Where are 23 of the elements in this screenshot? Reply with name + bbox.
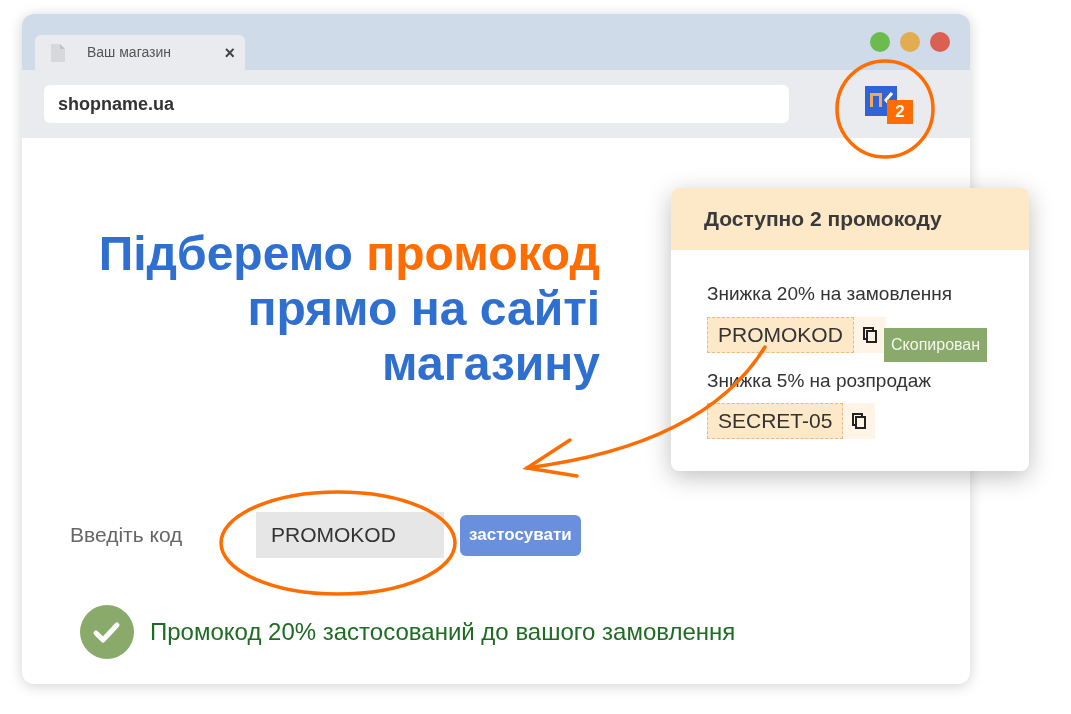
discount-description: Знижка 20% на замовлення bbox=[707, 282, 953, 306]
close-tab-button[interactable]: × bbox=[224, 43, 235, 62]
copy-icon bbox=[862, 326, 877, 343]
copied-tooltip: Скопирован bbox=[884, 327, 988, 362]
headline: Підберемо промокод прямо на сайті магазину bbox=[97, 226, 600, 391]
copy-button[interactable] bbox=[843, 403, 876, 439]
address-field[interactable]: shopname.ua bbox=[44, 85, 789, 123]
success-message: Промокод 20% застосований до вашого замовлення bbox=[150, 617, 736, 647]
maximize-button[interactable] bbox=[870, 32, 890, 52]
promo-code: PROMOKOD bbox=[707, 316, 854, 353]
popup-title: Доступно 2 промокоду bbox=[671, 188, 1029, 250]
code-label: Введіть код bbox=[70, 522, 184, 549]
copy-button[interactable] bbox=[853, 316, 886, 353]
code-input[interactable]: PROMOKOD bbox=[256, 512, 444, 558]
file-icon bbox=[51, 43, 65, 62]
check-icon bbox=[80, 605, 134, 659]
copy-icon bbox=[852, 413, 867, 429]
minimize-button[interactable] bbox=[900, 32, 920, 52]
count-badge: 2 bbox=[887, 100, 913, 124]
close-button[interactable] bbox=[930, 32, 950, 52]
browser-tab[interactable]: Ваш магазин × bbox=[35, 35, 245, 70]
tab-title: Ваш магазин bbox=[87, 43, 173, 62]
promo-code: SECRET-05 bbox=[707, 403, 844, 439]
